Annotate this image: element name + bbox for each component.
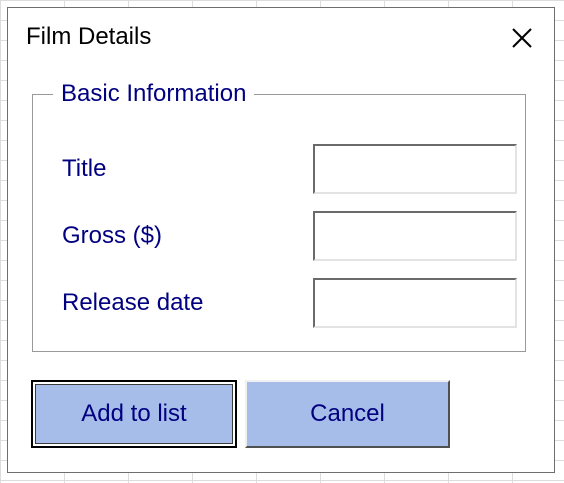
release-date-input[interactable] <box>313 278 517 328</box>
basic-information-group: Basic Information Title Gross ($) Releas… <box>32 80 526 352</box>
title-label: Title <box>62 155 107 182</box>
release-date-label: Release date <box>62 289 204 316</box>
close-button[interactable] <box>502 18 542 58</box>
dialog-title: Film Details <box>26 23 152 50</box>
film-details-dialog: Film Details Basic Information Title Gro… <box>7 7 555 473</box>
close-icon <box>502 18 542 58</box>
gross-label: Gross ($) <box>62 222 163 249</box>
title-input[interactable] <box>313 144 517 194</box>
add-to-list-button[interactable]: Add to list <box>31 380 237 448</box>
group-legend: Basic Information <box>53 80 255 108</box>
gross-input[interactable] <box>313 211 517 261</box>
cancel-button[interactable]: Cancel <box>245 380 450 448</box>
